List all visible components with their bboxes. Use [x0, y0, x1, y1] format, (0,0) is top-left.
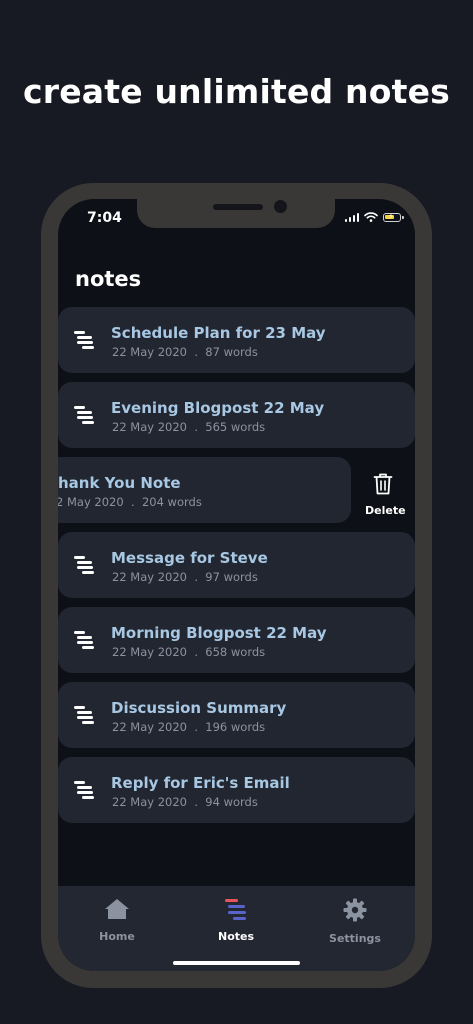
- note-item-swiped[interactable]: hank You Note 2 May 2020 . 204 words: [58, 457, 351, 523]
- note-date: 2 May 2020: [58, 495, 124, 509]
- note-meta: 22 May 2020 . 565 words: [112, 420, 265, 434]
- home-indicator[interactable]: [173, 961, 300, 965]
- note-date: 22 May 2020: [112, 345, 187, 359]
- note-date: 22 May 2020: [112, 720, 187, 734]
- status-time: 7:04: [87, 210, 122, 226]
- note-word-count: 565 words: [205, 420, 266, 434]
- note-title: Message for Steve: [111, 549, 268, 567]
- note-date: 22 May 2020: [112, 645, 187, 659]
- note-item[interactable]: Message for Steve 22 May 2020 . 97 words: [58, 532, 415, 598]
- note-title: Evening Blogpost 22 May: [111, 399, 325, 417]
- meta-separator: .: [194, 795, 198, 809]
- meta-separator: .: [194, 420, 198, 434]
- status-icons: ⚡: [344, 212, 404, 222]
- note-item[interactable]: Reply for Eric's Email 22 May 2020 . 94 …: [58, 757, 415, 823]
- gear-icon: [343, 898, 367, 922]
- note-icon: [74, 556, 94, 576]
- delete-label: Delete: [365, 504, 406, 517]
- meta-separator: .: [130, 495, 135, 509]
- trash-icon: [373, 473, 393, 495]
- front-camera: [274, 200, 287, 213]
- meta-separator: .: [194, 720, 198, 734]
- note-meta: 22 May 2020 . 87 words: [112, 345, 258, 359]
- note-word-count: 87 words: [205, 345, 258, 359]
- note-icon: [74, 706, 94, 726]
- note-item[interactable]: Discussion Summary 22 May 2020 . 196 wor…: [58, 682, 415, 748]
- note-item[interactable]: Morning Blogpost 22 May 22 May 2020 . 65…: [58, 607, 415, 673]
- notch: [137, 199, 335, 228]
- note-date: 22 May 2020: [112, 570, 187, 584]
- note-title: Discussion Summary: [111, 699, 287, 717]
- meta-separator: .: [194, 645, 198, 659]
- note-title: Schedule Plan for 23 May: [111, 324, 326, 342]
- note-meta: 2 May 2020 . 204 words: [58, 495, 202, 509]
- note-icon: [74, 781, 94, 801]
- note-icon: [74, 631, 94, 651]
- tab-settings[interactable]: Settings: [315, 898, 395, 945]
- wifi-icon: [364, 212, 378, 222]
- meta-separator: .: [194, 570, 198, 584]
- tab-label: Home: [99, 930, 135, 943]
- note-meta: 22 May 2020 . 97 words: [112, 570, 258, 584]
- note-item[interactable]: Schedule Plan for 23 May 22 May 2020 . 8…: [58, 307, 415, 373]
- note-icon: [74, 331, 94, 351]
- phone-screen: 7:04 ⚡ notes Schedule Plan for 23 May 22…: [58, 199, 415, 971]
- tab-home[interactable]: Home: [77, 898, 157, 943]
- tab-label: Notes: [217, 930, 255, 943]
- notes-icon: [225, 899, 246, 920]
- note-meta: 22 May 2020 . 196 words: [112, 720, 265, 734]
- note-meta: 22 May 2020 . 94 words: [112, 795, 258, 809]
- note-word-count: 204 words: [141, 495, 202, 509]
- tab-notes[interactable]: Notes: [196, 898, 276, 943]
- note-meta: 22 May 2020 . 658 words: [112, 645, 265, 659]
- note-word-count: 658 words: [205, 645, 266, 659]
- speaker: [213, 204, 263, 210]
- note-word-count: 196 words: [205, 720, 266, 734]
- tab-bar: Home Notes Settings: [58, 886, 415, 971]
- home-icon: [105, 899, 129, 919]
- note-word-count: 97 words: [205, 570, 258, 584]
- delete-button[interactable]: Delete: [365, 472, 406, 517]
- battery-icon: ⚡: [383, 212, 404, 222]
- page-title: notes: [75, 267, 142, 291]
- note-title: Morning Blogpost 22 May: [111, 624, 327, 642]
- note-title: Reply for Eric's Email: [111, 774, 290, 792]
- meta-separator: .: [194, 345, 198, 359]
- note-item[interactable]: Evening Blogpost 22 May 22 May 2020 . 56…: [58, 382, 415, 448]
- note-date: 22 May 2020: [112, 420, 187, 434]
- signal-icon: [344, 212, 359, 222]
- note-date: 22 May 2020: [112, 795, 187, 809]
- headline: create unlimited notes: [22, 72, 451, 111]
- note-word-count: 94 words: [205, 795, 258, 809]
- note-title: hank You Note: [58, 474, 181, 492]
- note-icon: [74, 406, 94, 426]
- tab-label: Settings: [329, 932, 381, 945]
